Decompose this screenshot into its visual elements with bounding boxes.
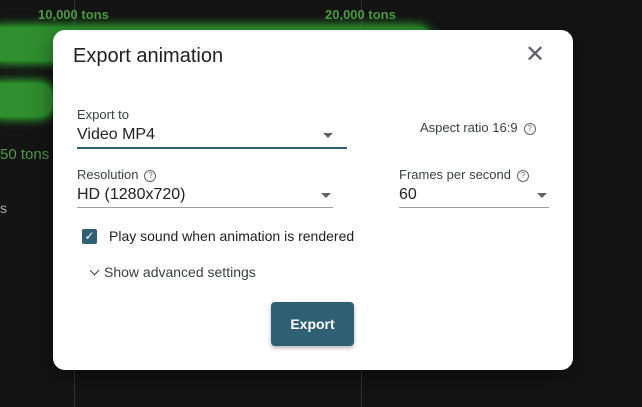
chevron-down-icon [323, 133, 333, 138]
resolution-select[interactable]: HD (1280x720) [77, 183, 333, 208]
row-label: s [0, 200, 7, 216]
export-to-value: Video MP4 [77, 126, 155, 143]
chart-bar [0, 83, 52, 117]
help-icon[interactable]: ? [144, 170, 157, 182]
fps-label-row: Frames per second? [399, 167, 529, 182]
help-icon[interactable]: ? [517, 170, 529, 182]
show-advanced-settings-toggle[interactable]: Show advanced settings [89, 264, 256, 280]
aspect-ratio-label: Aspect ratio 16:9 [420, 120, 518, 135]
resolution-label-row: Resolution? [77, 167, 157, 182]
export-dialog: Export animation ✕ Export to Video MP4 A… [53, 30, 573, 370]
axis-label: 10,000 tons [38, 7, 109, 22]
fps-value: 60 [399, 186, 417, 203]
close-icon[interactable]: ✕ [523, 43, 547, 68]
export-button[interactable]: Export [271, 302, 354, 346]
advanced-settings-label: Show advanced settings [104, 264, 256, 280]
play-sound-checkbox[interactable]: ✓ [82, 229, 97, 244]
export-to-label: Export to [77, 107, 130, 122]
help-icon[interactable]: ? [523, 123, 536, 135]
bar-value-label: 50 tons [0, 146, 50, 163]
fps-label: Frames per second [399, 167, 511, 182]
dialog-title: Export animation [73, 45, 224, 67]
play-sound-label[interactable]: Play sound when animation is rendered [109, 228, 354, 244]
fps-select[interactable]: 60 [399, 183, 549, 208]
axis-label: 20,000 tons [325, 7, 396, 22]
resolution-value: HD (1280x720) [77, 186, 186, 203]
chevron-down-icon [321, 193, 331, 198]
chevron-down-icon [537, 193, 547, 198]
chevron-down-icon [89, 265, 100, 276]
aspect-ratio-text: Aspect ratio 16:9? [420, 120, 536, 135]
resolution-label: Resolution [77, 167, 139, 182]
export-to-select[interactable]: Video MP4 [77, 123, 347, 149]
